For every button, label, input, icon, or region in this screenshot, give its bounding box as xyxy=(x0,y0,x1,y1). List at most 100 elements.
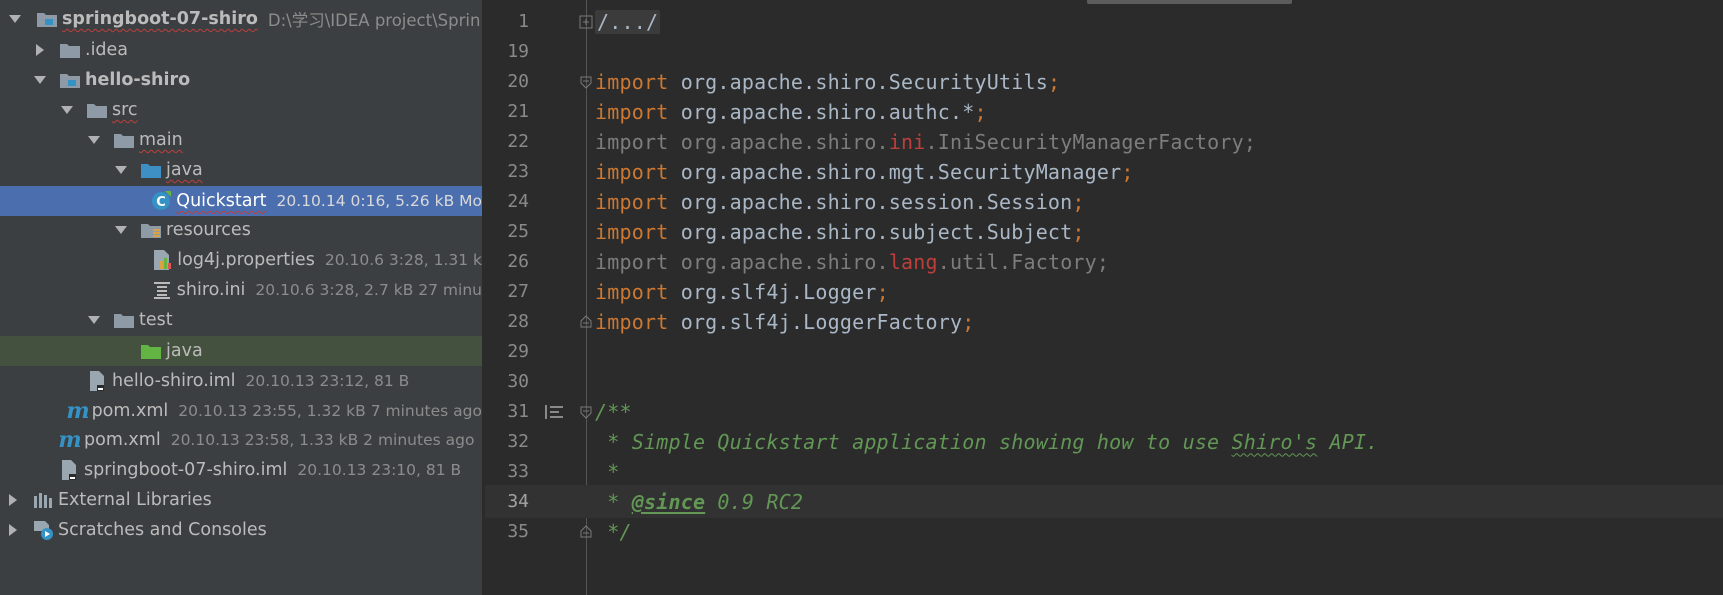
code-line[interactable]: 19 xyxy=(485,35,1723,68)
tree-item-springboot-07-shiro-iml[interactable]: springboot-07-shiro.iml 20.10.13 23:10, … xyxy=(0,455,482,485)
doc-star: * xyxy=(595,429,632,454)
folder-icon xyxy=(113,310,135,330)
tree-item-java-source[interactable]: java xyxy=(0,155,482,185)
code-line[interactable]: 21 import org.apache.shiro.authc.*; xyxy=(485,95,1723,128)
code-line[interactable]: 30 xyxy=(485,365,1723,398)
fold-end-icon[interactable] xyxy=(579,524,593,539)
doc-comment: * xyxy=(595,459,620,484)
line-number: 30 xyxy=(507,371,529,392)
tree-item-hello-shiro[interactable]: hello-shiro xyxy=(0,65,482,95)
libraries-icon xyxy=(32,490,54,510)
chevron-down-icon[interactable] xyxy=(87,313,101,327)
project-tree-panel[interactable]: springboot-07-shiro D:\学习\IDEA project\S… xyxy=(0,0,482,595)
code-line-current[interactable]: 34 * @since 0.9 RC2 xyxy=(485,485,1723,518)
code-line[interactable]: 32 * Simple Quickstart application showi… xyxy=(485,425,1723,458)
file-meta: 20.10.13 23:55, 1.32 kB 7 minutes ago xyxy=(178,402,482,420)
keyword: import xyxy=(595,189,669,214)
tree-item-springboot-07-shiro[interactable]: springboot-07-shiro D:\学习\IDEA project\S… xyxy=(0,4,482,34)
package-prefix: org.apache.shiro. xyxy=(680,249,889,274)
code-line[interactable]: 1 /.../ xyxy=(485,5,1723,38)
tree-label: pom.xml xyxy=(84,430,161,450)
chevron-down-icon[interactable] xyxy=(114,163,128,177)
line-number: 32 xyxy=(507,431,529,452)
chevron-down-icon[interactable] xyxy=(8,12,22,26)
tree-label: resources xyxy=(166,220,251,240)
folded-region[interactable]: /.../ xyxy=(595,9,661,34)
package-suffix: .IniSecurityManagerFactory; xyxy=(925,129,1257,154)
chevron-down-icon[interactable] xyxy=(114,223,128,237)
horizontal-scrollbar-thumb[interactable] xyxy=(1087,0,1292,4)
code-line[interactable]: 26 import org.apache.shiro.lang.util.Fac… xyxy=(485,245,1723,278)
tree-item-quickstart[interactable]: C Quickstart 20.10.14 0:16, 5.26 kB Mo xyxy=(0,186,482,216)
tree-label: hello-shiro xyxy=(85,70,191,90)
fold-expand-icon[interactable] xyxy=(579,15,593,29)
code-line[interactable]: 20 import org.apache.shiro.SecurityUtils… xyxy=(485,65,1723,98)
semicolon: ; xyxy=(1072,189,1085,214)
package-name: org.apache.shiro.SecurityUtils xyxy=(680,69,1048,94)
project-path: D:\学习\IDEA project\Sprin xyxy=(267,11,481,30)
tree-label: springboot-07-shiro xyxy=(62,9,258,29)
resources-folder-icon xyxy=(140,220,162,240)
package-prefix: org.apache.shiro. xyxy=(680,129,889,154)
maven-icon: m xyxy=(66,401,88,421)
tree-item-external-libraries[interactable]: External Libraries xyxy=(0,485,482,515)
tree-item-hello-shiro-iml[interactable]: hello-shiro.iml 20.10.13 23:12, 81 B xyxy=(0,366,482,396)
file-meta: 20.10.14 0:16, 5.26 kB Mo xyxy=(276,192,482,210)
tree-item-main[interactable]: main xyxy=(0,125,482,155)
maven-icon: m xyxy=(58,430,80,450)
line-number: 34 xyxy=(507,491,529,512)
line-number: 19 xyxy=(507,41,529,62)
scratches-icon xyxy=(32,520,54,540)
code-line[interactable]: 31 /** xyxy=(485,395,1723,428)
render-doc-icon[interactable] xyxy=(542,402,566,422)
code-line[interactable]: 25 import org.apache.shiro.subject.Subje… xyxy=(485,215,1723,248)
doc-text: Simple Quickstart application showing ho… xyxy=(631,429,1232,454)
line-number: 22 xyxy=(507,131,529,152)
package-name: org.apache.shiro.mgt.SecurityManager xyxy=(680,159,1122,184)
tree-item-log4j-properties[interactable]: log4j.properties 20.10.6 3:28, 1.31 k xyxy=(0,245,482,275)
tree-label: log4j.properties xyxy=(177,250,315,270)
fold-end-icon[interactable] xyxy=(579,314,593,329)
code-line[interactable]: 24 import org.apache.shiro.session.Sessi… xyxy=(485,185,1723,218)
tree-label: Scratches and Consoles xyxy=(58,520,267,540)
code-line[interactable]: 33 * xyxy=(485,455,1723,488)
code-line[interactable]: 28 import org.slf4j.LoggerFactory; xyxy=(485,305,1723,338)
doc-tag: @since xyxy=(631,489,706,514)
code-line[interactable]: 27 import org.slf4j.Logger; xyxy=(485,275,1723,308)
tree-item-java-test[interactable]: java xyxy=(0,336,482,366)
chevron-right-icon[interactable] xyxy=(33,43,47,57)
tree-item-pom-xml-module[interactable]: m pom.xml 20.10.13 23:55, 1.32 kB 7 minu… xyxy=(0,396,482,426)
tree-item-scratches-and-consoles[interactable]: Scratches and Consoles xyxy=(0,515,482,545)
properties-file-icon xyxy=(151,250,173,270)
chevron-right-icon[interactable] xyxy=(6,523,20,537)
tree-item-src[interactable]: src xyxy=(0,95,482,125)
tree-item-test[interactable]: test xyxy=(0,305,482,335)
semicolon: ; xyxy=(876,279,889,304)
chevron-down-icon[interactable] xyxy=(60,103,74,117)
code-line[interactable]: 35 */ xyxy=(485,515,1723,548)
doc-text: API. xyxy=(1317,429,1379,454)
package-name: org.apache.shiro.session.Session xyxy=(680,189,1073,214)
fold-collapse-icon[interactable] xyxy=(579,75,593,89)
package-suffix: .util.Factory; xyxy=(937,249,1110,274)
module-folder-icon xyxy=(36,9,58,29)
code-line[interactable]: 29 xyxy=(485,335,1723,368)
tree-item-resources[interactable]: resources xyxy=(0,215,482,245)
chevron-down-icon[interactable] xyxy=(87,133,101,147)
tree-item-shiro-ini[interactable]: shiro.ini 20.10.6 3:28, 2.7 kB 27 minu xyxy=(0,275,482,305)
line-number: 35 xyxy=(507,521,529,542)
code-line[interactable]: 23 import org.apache.shiro.mgt.SecurityM… xyxy=(485,155,1723,188)
tree-item-idea[interactable]: .idea xyxy=(0,35,482,65)
fold-collapse-icon[interactable] xyxy=(579,405,593,419)
chevron-down-icon[interactable] xyxy=(33,73,47,87)
tree-item-pom-xml-root[interactable]: m pom.xml 20.10.13 23:58, 1.33 kB 2 minu… xyxy=(0,425,482,455)
folder-icon xyxy=(59,40,81,60)
line-number: 20 xyxy=(507,71,529,92)
module-folder-icon xyxy=(59,70,81,90)
code-line[interactable]: 22 import org.apache.shiro.ini.IniSecuri… xyxy=(485,125,1723,158)
line-number: 28 xyxy=(507,311,529,332)
package-name: org.slf4j.LoggerFactory xyxy=(680,309,963,334)
chevron-right-icon[interactable] xyxy=(6,493,20,507)
code-editor[interactable]: 1 /.../ 19 20 import org.apache.shiro.Se… xyxy=(485,0,1723,595)
line-number: 25 xyxy=(507,221,529,242)
